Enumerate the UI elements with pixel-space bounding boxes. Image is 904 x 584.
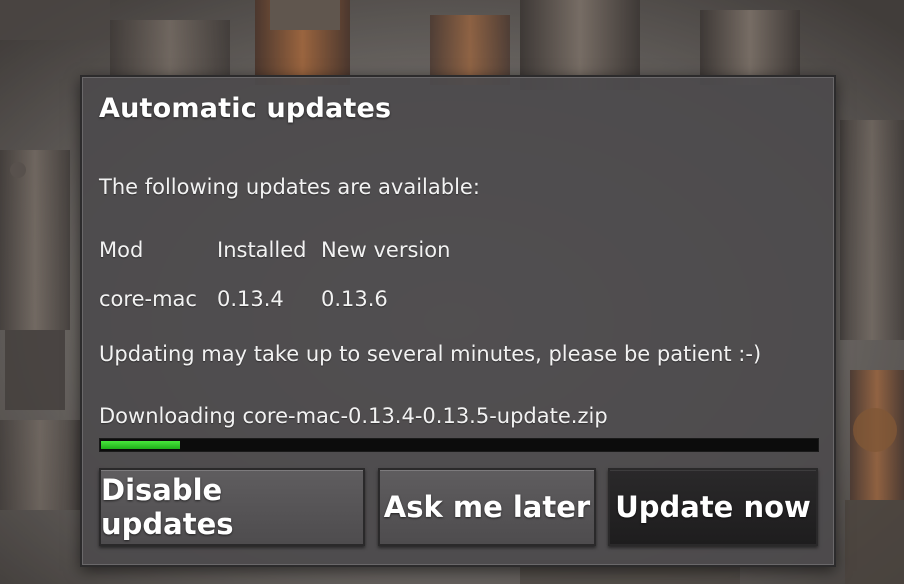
download-progress-fill [101,441,180,449]
new-version-cell: 0.13.6 [321,287,388,311]
update-now-label: Update now [615,490,811,524]
column-header-installed: Installed [217,238,307,262]
automatic-updates-dialog: Automatic updates The following updates … [80,75,836,567]
ask-me-later-button[interactable]: Ask me later [378,468,596,546]
disable-updates-button[interactable]: Disable updates [99,468,365,546]
column-header-mod: Mod [99,238,144,262]
ask-me-later-label: Ask me later [383,490,591,524]
download-progress-bar [99,438,819,452]
update-now-button[interactable]: Update now [608,468,818,546]
patience-note: Updating may take up to several minutes,… [99,342,762,366]
mod-name-cell: core-mac [99,287,197,311]
disable-updates-label: Disable updates [101,473,234,541]
installed-version-cell: 0.13.4 [217,287,284,311]
download-status-text: Downloading core-mac-0.13.4-0.13.5-updat… [99,404,608,428]
column-header-new-version: New version [321,238,451,262]
dialog-title: Automatic updates [99,93,392,124]
updates-available-text: The following updates are available: [99,175,480,199]
